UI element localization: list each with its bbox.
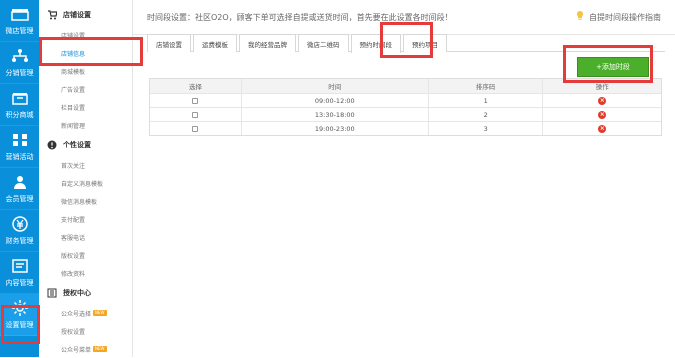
- time-cell: 19:00-23:00: [240, 122, 428, 135]
- sidebar-label: 内容管理: [5, 279, 34, 287]
- submenu-item[interactable]: 商城模板: [39, 62, 132, 80]
- table-row: 13:30-18:00 2 ×: [150, 107, 661, 121]
- submenu-group-title: 授权中心: [63, 289, 91, 297]
- submenu-group-title: 店铺设置: [63, 11, 91, 19]
- sidebar-label: 设置管理: [5, 321, 34, 329]
- sidebar-item-content[interactable]: 内容管理: [0, 252, 39, 294]
- sidebar-label: 会员管理: [5, 195, 34, 203]
- finance-icon: [11, 215, 29, 233]
- points-shop-icon: [11, 89, 29, 107]
- submenu-item[interactable]: 支付配置: [39, 210, 132, 228]
- submenu-item[interactable]: 微信消息模板: [39, 192, 132, 210]
- time-cell: 13:30-18:00: [240, 108, 428, 121]
- submenu-item[interactable]: 授权设置: [39, 322, 132, 340]
- sidebar-label: 积分商城: [5, 111, 34, 119]
- sidebar-label: 微店管理: [5, 27, 34, 35]
- submenu-item[interactable]: 自定义消息模板: [39, 174, 132, 192]
- page-header: 时间段设置：社区O2O，顾客下单可选择自提或送货时间，首先要在此设置各时间段！ …: [133, 0, 675, 35]
- submenu-item-label: 公众号菜单: [61, 346, 92, 354]
- sidebar-label: 财务管理: [5, 237, 34, 245]
- alert-icon: [47, 140, 57, 150]
- submenu-item-label: 公众号选择: [61, 310, 92, 318]
- time-slot-table: 选择 时间 排序码 操作 09:00-12:00 1 × 13:30-18:00…: [149, 78, 662, 136]
- distribution-icon: [11, 47, 29, 65]
- submenu-item[interactable]: 客服电话: [39, 228, 132, 246]
- tab-bar: 店铺设置 运费模板 我的经营品牌 微店二维码 预约时间段 预约项目: [147, 34, 665, 53]
- submenu-group-shop-settings: 店铺设置: [39, 4, 132, 26]
- cart-icon: [47, 10, 57, 20]
- submenu-panel: 店铺设置 店铺设置 店铺信息 商城模板 广告设置 栏目设置 新闻管理 个性设置 …: [39, 0, 133, 357]
- tab-brands[interactable]: 我的经营品牌: [239, 34, 296, 52]
- submenu-item[interactable]: 版权设置: [39, 246, 132, 264]
- new-badge: NEW: [93, 310, 107, 316]
- sidebar-item-points-shop[interactable]: 积分商城: [0, 84, 39, 126]
- submenu-item-shop-info[interactable]: 店铺信息: [39, 44, 132, 62]
- column-header: 操作: [542, 79, 661, 93]
- sort-cell: 2: [427, 108, 543, 121]
- primary-sidebar: 微店管理 分销管理 积分商城 营销活动 会员管理 财务管理 内容管理 设置管理: [0, 0, 39, 357]
- main-content: 时间段设置：社区O2O，顾客下单可选择自提或送货时间，首先要在此设置各时间段！ …: [133, 0, 675, 357]
- auth-icon: [47, 288, 57, 298]
- submenu-item[interactable]: 广告设置: [39, 80, 132, 98]
- add-time-slot-button[interactable]: +添加时段: [577, 57, 649, 77]
- time-cell: 09:00-12:00: [240, 94, 428, 107]
- sidebar-item-marketing[interactable]: 营销活动: [0, 126, 39, 168]
- sort-cell: 3: [427, 122, 543, 135]
- settings-icon: [11, 299, 29, 317]
- sidebar-item-distribution[interactable]: 分销管理: [0, 42, 39, 84]
- submenu-group-auth-center: 授权中心: [39, 282, 132, 304]
- submenu-item-label: 授权设置: [61, 328, 86, 336]
- row-checkbox[interactable]: [192, 111, 199, 118]
- tab-freight-template[interactable]: 运费模板: [193, 34, 237, 52]
- row-checkbox[interactable]: [192, 97, 199, 104]
- submenu-item[interactable]: 首次关注: [39, 156, 132, 174]
- tab-shop-settings[interactable]: 店铺设置: [147, 34, 191, 52]
- marketing-icon: [11, 131, 29, 149]
- shop-icon: [10, 5, 29, 23]
- tab-qrcode[interactable]: 微店二维码: [298, 34, 349, 52]
- member-icon: [11, 173, 29, 191]
- delete-icon[interactable]: ×: [598, 96, 607, 105]
- table-row: 09:00-12:00 1 ×: [150, 93, 661, 107]
- delete-icon[interactable]: ×: [598, 110, 607, 119]
- tab-booking-time[interactable]: 预约时间段: [350, 34, 401, 53]
- submenu-item[interactable]: 公众号菜单 NEW: [39, 340, 132, 358]
- sidebar-label: 分销管理: [5, 69, 34, 77]
- submenu-group-title: 个性设置: [63, 141, 91, 149]
- column-header: 时间: [240, 79, 428, 93]
- submenu-item[interactable]: 店铺设置: [39, 26, 132, 44]
- column-header: 排序码: [427, 79, 543, 93]
- lightbulb-icon: [576, 10, 584, 23]
- sidebar-item-member[interactable]: 会员管理: [0, 168, 39, 210]
- submenu-item[interactable]: 公众号选择 NEW: [39, 304, 132, 322]
- sidebar-item-finance[interactable]: 财务管理: [0, 210, 39, 252]
- submenu-group-personal-settings: 个性设置: [39, 134, 132, 156]
- notice-text: 时间段设置：社区O2O，顾客下单可选择自提或送货时间，首先要在此设置各时间段！: [147, 12, 453, 22]
- tab-booking-project[interactable]: 预约项目: [403, 34, 447, 52]
- sort-cell: 1: [427, 94, 543, 107]
- sidebar-item-shop[interactable]: 微店管理: [0, 0, 39, 42]
- column-header: 选择: [188, 83, 202, 91]
- guide-text: 自提时间段操作指南: [589, 12, 661, 22]
- sidebar-label: 营销活动: [5, 153, 34, 161]
- guide-link[interactable]: 自提时间段操作指南: [576, 10, 661, 23]
- sidebar-item-settings[interactable]: 设置管理: [0, 294, 39, 336]
- submenu-item[interactable]: 修改资料: [39, 264, 132, 282]
- table-header-row: 选择 时间 排序码 操作: [150, 79, 661, 93]
- table-row: 19:00-23:00 3 ×: [150, 121, 661, 135]
- submenu-item[interactable]: 栏目设置: [39, 98, 132, 116]
- delete-icon[interactable]: ×: [598, 124, 607, 133]
- submenu-item[interactable]: 新闻管理: [39, 116, 132, 134]
- content-icon: [11, 257, 29, 275]
- new-badge: NEW: [93, 346, 107, 352]
- row-checkbox[interactable]: [192, 125, 199, 132]
